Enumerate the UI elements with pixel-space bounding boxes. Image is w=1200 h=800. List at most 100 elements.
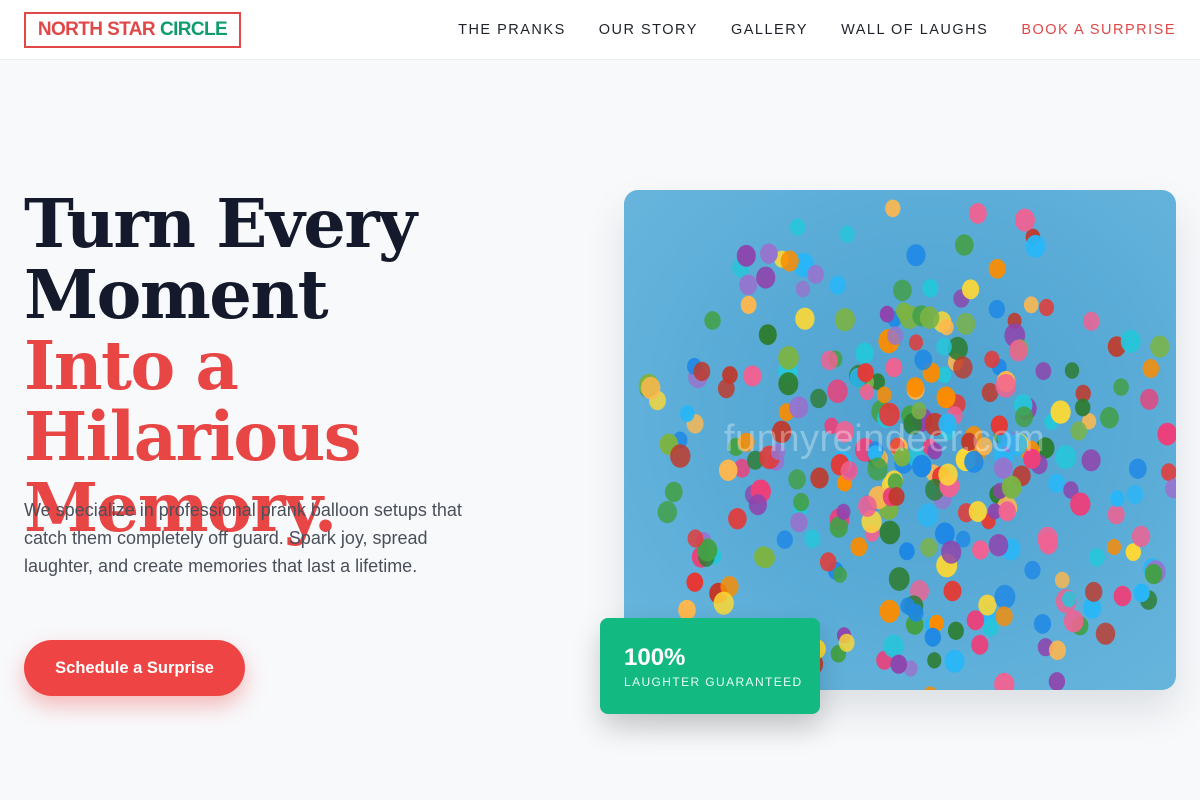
balloon [1157,422,1176,446]
balloon [966,610,985,631]
balloon [827,379,848,403]
balloon [728,508,747,530]
balloon [984,350,1000,369]
balloon [840,461,858,481]
balloon [941,540,962,564]
balloon [838,633,855,652]
balloon [888,487,905,506]
balloon [1144,563,1163,585]
balloon [1131,525,1151,547]
headline-line-2: Moment [24,255,329,334]
balloon [760,243,778,264]
balloon [804,529,821,548]
balloon [776,530,793,549]
balloon [939,319,954,336]
balloon [944,649,965,673]
balloon [1095,622,1116,645]
balloon [912,454,932,478]
balloon [883,634,904,658]
balloon [1048,473,1065,493]
balloon [1014,208,1035,232]
balloon [850,537,868,557]
balloon [739,274,758,296]
balloon [1070,421,1087,441]
balloon [657,501,677,524]
balloon [887,326,904,345]
balloon [1083,311,1100,331]
balloon [780,250,799,272]
balloon [995,374,1017,398]
balloon [1113,585,1132,607]
balloon [858,495,877,517]
balloon [867,457,888,481]
balloon [857,363,874,383]
balloon [936,337,952,356]
balloon [1025,234,1046,258]
headline-line-1: Turn Every [24,184,417,263]
laughter-guarantee-badge: 100% LAUGHTER GUARANTEED [600,618,820,714]
balloon [717,379,735,399]
balloon [971,634,989,655]
balloon [1039,298,1054,317]
balloon [962,279,980,300]
headline-line-3: Into a Hilarious [24,326,362,476]
balloon [924,686,937,690]
balloon [748,494,767,516]
balloon [1110,490,1125,507]
nav-item-book-a-surprise[interactable]: BOOK A SURPRISE [1021,22,1176,38]
main-nav: THE PRANKS OUR STORY GALLERY WALL OF LAU… [458,0,1176,60]
balloon [911,402,927,420]
balloon [919,306,940,329]
balloon [743,365,762,387]
balloon [686,572,704,592]
balloon [687,529,704,548]
balloon [1023,296,1039,314]
balloon [947,621,964,640]
balloon [736,244,756,267]
balloon [790,218,806,236]
balloon [1128,458,1147,479]
site-header: NORTH STAR CIRCLE THE PRANKS OUR STORY G… [0,0,1200,60]
balloon [778,346,799,370]
balloon [920,537,938,558]
balloon [833,566,847,583]
balloon [718,459,738,481]
balloon [917,503,939,528]
balloon [998,501,1016,522]
balloon [810,467,829,489]
balloon [859,384,874,401]
balloon [879,520,901,545]
logo[interactable]: NORTH STAR CIRCLE [24,12,241,48]
schedule-surprise-button[interactable]: Schedule a Surprise [24,640,245,696]
balloon [906,244,926,267]
balloon [924,627,941,647]
balloon [877,386,892,404]
balloon [978,594,997,616]
balloon [994,672,1015,690]
balloon [972,540,989,560]
balloon [968,203,987,224]
balloon [893,447,911,467]
balloon [738,432,755,452]
balloon [756,266,776,289]
balloon [664,481,683,503]
balloon [770,443,786,460]
balloon [680,405,695,422]
balloon [1023,448,1041,469]
nav-item-our-story[interactable]: OUR STORY [599,22,698,38]
balloon [834,308,855,332]
balloon [1054,571,1070,589]
balloon [1035,362,1052,381]
balloon [1081,449,1101,472]
balloon [789,396,809,419]
nav-item-gallery[interactable]: GALLERY [731,22,808,38]
balloon [936,386,956,409]
balloon [982,618,999,637]
balloon [976,437,993,456]
balloon [1113,378,1129,396]
nav-item-the-pranks[interactable]: THE PRANKS [458,22,566,38]
balloon [927,442,942,460]
balloon [1133,583,1150,603]
balloon [1085,581,1103,602]
nav-item-wall-of-laughs[interactable]: WALL OF LAUGHS [841,22,988,38]
